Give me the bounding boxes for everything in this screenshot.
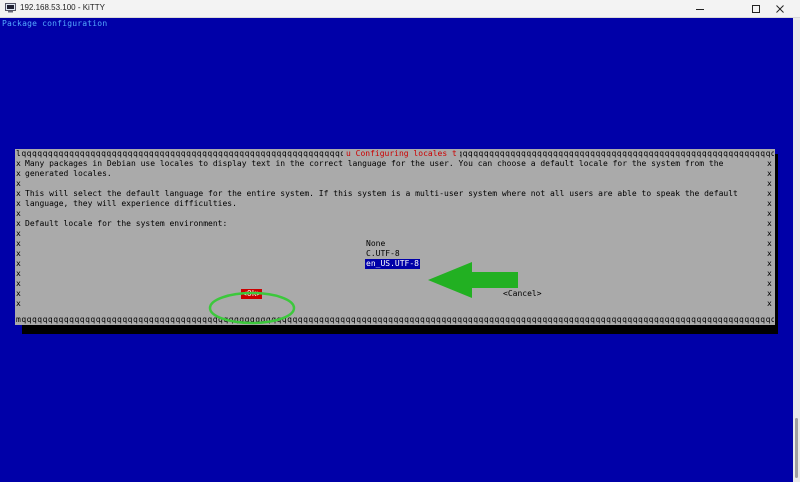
description-line: This will select the default language fo… <box>25 189 738 198</box>
dialog-left-border: x x x x x x x x x x x x x x x <box>16 159 24 309</box>
configuring-locales-dialog: lqqqqqqqqqqqqqqqqqqqqqqqqqqqqqqqqqqqqqqq… <box>15 149 775 325</box>
border-char: x <box>767 189 772 198</box>
window-titlebar[interactable]: 192.168.53.100 - KiTTY <box>0 0 800 18</box>
locale-option-c-utf8[interactable]: C.UTF-8 <box>365 249 401 259</box>
border-char: x <box>16 159 21 168</box>
border-char: x <box>16 299 21 308</box>
border-char: x <box>16 289 21 298</box>
border-char: x <box>16 199 21 208</box>
border-char: x <box>16 239 21 248</box>
border-char: x <box>16 209 21 218</box>
cancel-button[interactable]: <Cancel> <box>502 289 543 299</box>
border-char: x <box>767 249 772 258</box>
border-char: x <box>16 219 21 228</box>
border-char: x <box>767 239 772 248</box>
locale-option-none[interactable]: None <box>365 239 386 249</box>
package-configuration-header: Package configuration <box>2 19 108 28</box>
border-char: x <box>16 229 21 238</box>
border-char: x <box>767 219 772 228</box>
locale-option-en-us-utf8[interactable]: en_US.UTF-8 <box>365 259 420 269</box>
description-line: generated locales. <box>25 169 112 178</box>
border-char: x <box>767 179 772 188</box>
border-char: x <box>767 169 772 178</box>
ok-button[interactable]: <Ok> <box>241 289 263 299</box>
border-char: x <box>16 189 21 198</box>
scrollbar-thumb[interactable] <box>795 418 798 478</box>
border-char: x <box>767 209 772 218</box>
border-char: x <box>767 229 772 238</box>
border-char: x <box>767 159 772 168</box>
border-char: x <box>767 299 772 308</box>
dialog-right-border: x x x x x x x x x x x x x x x <box>767 159 775 309</box>
border-char: x <box>16 179 21 188</box>
border-char: x <box>16 169 21 178</box>
minimize-icon <box>696 8 704 10</box>
border-char: x <box>767 199 772 208</box>
description-line: Many packages in Debian use locales to d… <box>25 159 724 168</box>
terminal-scrollbar[interactable] <box>793 18 800 482</box>
dialog-title: u Configuring locales t <box>343 149 460 159</box>
border-char: x <box>16 259 21 268</box>
kitty-app-icon <box>5 3 16 13</box>
minimize-button[interactable] <box>680 0 720 17</box>
close-button[interactable] <box>760 0 800 17</box>
window-title: 192.168.53.100 - KiTTY <box>20 3 105 12</box>
close-icon <box>776 4 784 13</box>
border-char: x <box>16 279 21 288</box>
border-char: x <box>16 269 21 278</box>
locale-prompt: Default locale for the system environmen… <box>25 219 228 228</box>
border-char: x <box>767 259 772 268</box>
description-line: language, they will experience difficult… <box>25 199 237 208</box>
border-char: x <box>767 279 772 288</box>
border-char: x <box>767 289 772 298</box>
border-char: x <box>16 249 21 258</box>
dialog-bottom-border: mqqqqqqqqqqqqqqqqqqqqqqqqqqqqqqqqqqqqqqq… <box>16 315 774 324</box>
border-char: x <box>767 269 772 278</box>
